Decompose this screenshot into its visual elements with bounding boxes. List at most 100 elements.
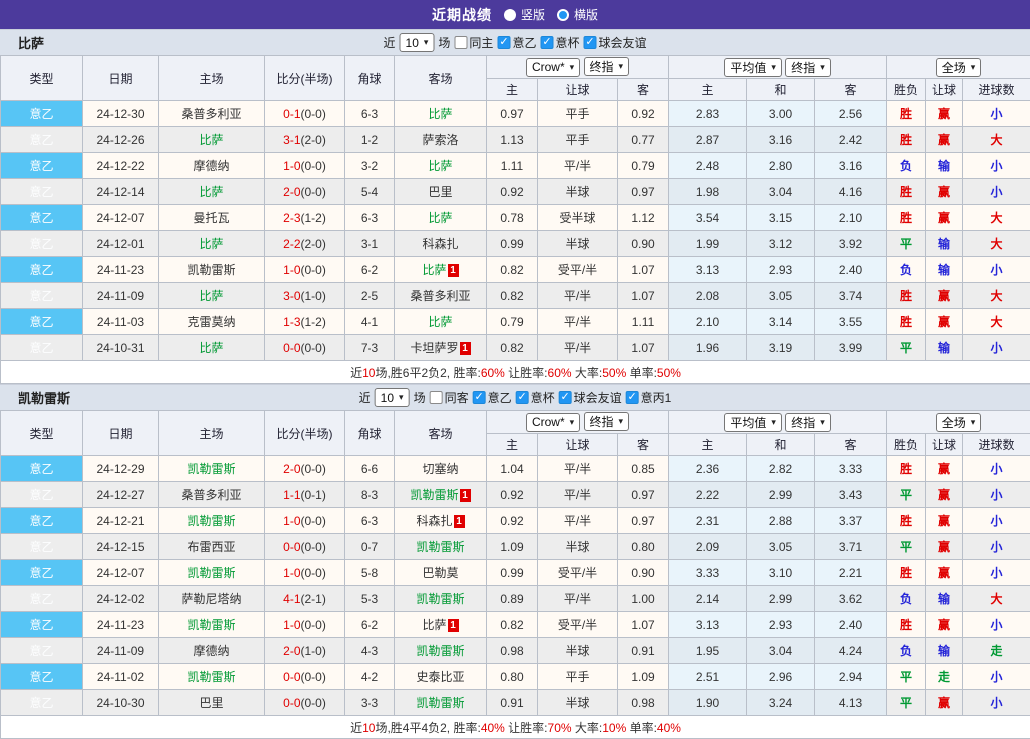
filter-checkbox[interactable]: ✓意丙1: [626, 389, 672, 406]
goals-result-cell: 小: [963, 664, 1030, 690]
crow-odds-cell: 0.99: [487, 231, 538, 257]
filter-checkbox[interactable]: 同主: [454, 34, 493, 51]
away-team-cell: 萨索洛: [395, 127, 487, 153]
summary-segment: 大率:: [572, 721, 603, 735]
layout-option-vertical[interactable]: 竖版: [504, 6, 545, 23]
crow-odds-cell: 0.92: [487, 482, 538, 508]
results-table: 类型日期主场比分(半场)角球客场Crow*▾ 终指▾平均值▾ 终指▾全场▾主让球…: [0, 410, 1030, 739]
average-odds-cell: 3.24: [747, 690, 815, 716]
checkbox-icon[interactable]: [454, 36, 467, 49]
bookmaker-select[interactable]: Crow*▾: [526, 58, 580, 77]
league-cell: 意乙: [1, 690, 83, 716]
match-count-select[interactable]: 10▾: [375, 388, 410, 407]
average-odds-cell: 2.31: [669, 508, 747, 534]
result-cell: 负: [887, 586, 926, 612]
handicap-result-cell: 赢: [926, 309, 963, 335]
filter-checkbox[interactable]: ✓意乙: [473, 389, 512, 406]
checkbox-icon[interactable]: ✓: [497, 36, 510, 49]
away-team-cell: 巴勒莫: [395, 560, 487, 586]
score-cell: 1-0(0-0): [265, 153, 345, 179]
topbar: 近期战绩 竖版 横版: [0, 0, 1030, 29]
away-team-cell: 卡坦萨罗1: [395, 335, 487, 361]
home-team-cell: 凯勒雷斯: [159, 664, 265, 690]
match-row: 意乙24-11-02凯勒雷斯0-0(0-0)4-2史泰比亚0.80平手1.092…: [1, 664, 1030, 690]
layout-option-horizontal[interactable]: 横版: [557, 6, 598, 23]
goals-result-cell: 大: [963, 231, 1030, 257]
page-title: 近期战绩: [432, 5, 492, 25]
filter-checkbox[interactable]: ✓意杯: [540, 34, 579, 51]
corner-cell: 7-3: [345, 335, 395, 361]
average-odds-cell: 2.10: [815, 205, 887, 231]
match-row: 意乙24-11-23凯勒雷斯1-0(0-0)6-2比萨10.82受平/半1.07…: [1, 257, 1030, 283]
sub-column-header: 让球: [538, 79, 618, 101]
avg-final-odds-select[interactable]: 终指▾: [785, 413, 831, 432]
match-count-select[interactable]: 10▾: [400, 33, 435, 52]
fullmatch-select[interactable]: 全场▾: [936, 413, 982, 432]
red-card-badge: 1: [460, 489, 471, 502]
filter-checkbox[interactable]: 同客: [430, 389, 469, 406]
summary-segment: 60%: [481, 366, 505, 380]
match-row: 意乙24-12-27桑普多利亚1-1(0-1)8-3凯勒雷斯10.92平/半0.…: [1, 482, 1030, 508]
date-cell: 24-12-27: [83, 482, 159, 508]
fullmatch-select[interactable]: 全场▾: [936, 58, 982, 77]
result-cell: 负: [887, 153, 926, 179]
checkbox-icon[interactable]: ✓: [516, 391, 529, 404]
checkbox-icon[interactable]: [430, 391, 443, 404]
crow-odds-cell: 0.99: [487, 560, 538, 586]
checkbox-icon[interactable]: ✓: [473, 391, 486, 404]
filter-checkbox[interactable]: ✓意杯: [516, 389, 555, 406]
team-name: 比萨: [199, 237, 223, 251]
final-odds-select[interactable]: 终指▾: [584, 57, 630, 76]
filter-checkbox[interactable]: ✓球会友谊: [559, 389, 622, 406]
radio-selected-icon[interactable]: [504, 9, 516, 21]
team-section: 比萨近10▾场同主✓意乙✓意杯✓球会友谊类型日期主场比分(半场)角球客场Crow…: [0, 29, 1030, 384]
date-cell: 24-12-02: [83, 586, 159, 612]
date-cell: 24-10-31: [83, 335, 159, 361]
checkbox-label: 同主: [469, 34, 493, 51]
match-row: 意乙24-12-14比萨2-0(0-0)5-4巴里0.92半球0.971.983…: [1, 179, 1030, 205]
radio-unselected-icon[interactable]: [557, 9, 569, 21]
away-team-cell: 凯勒雷斯: [395, 534, 487, 560]
filter-checkbox[interactable]: ✓球会友谊: [583, 34, 646, 51]
league-cell: 意乙: [1, 153, 83, 179]
checkbox-label: 意丙1: [641, 389, 672, 406]
summary-segment: 大率:: [572, 366, 603, 380]
crow-odds-cell: 平/半: [538, 335, 618, 361]
average-select[interactable]: 平均值▾: [724, 413, 782, 432]
select-value: 终指: [791, 414, 815, 431]
goals-result-cell: 小: [963, 690, 1030, 716]
average-odds-cell: 3.74: [815, 283, 887, 309]
checkbox-icon[interactable]: ✓: [626, 391, 639, 404]
crow-odds-cell: 0.82: [487, 257, 538, 283]
home-team-cell: 曼托瓦: [159, 205, 265, 231]
select-value: 10: [381, 391, 394, 405]
corner-cell: 4-3: [345, 638, 395, 664]
team-name: 比萨: [428, 211, 452, 225]
match-row: 意乙24-12-07凯勒雷斯1-0(0-0)5-8巴勒莫0.99受平/半0.90…: [1, 560, 1030, 586]
crow-odds-cell: 0.97: [487, 101, 538, 127]
checkbox-icon[interactable]: ✓: [540, 36, 553, 49]
score-cell: 0-0(0-0): [265, 534, 345, 560]
checkbox-label: 意乙: [488, 389, 512, 406]
checkbox-label: 球会友谊: [574, 389, 622, 406]
average-odds-cell: 3.33: [815, 456, 887, 482]
sub-column-header: 客: [618, 434, 669, 456]
checkbox-icon[interactable]: ✓: [583, 36, 596, 49]
average-odds-cell: 3.05: [747, 283, 815, 309]
chevron-down-icon: ▾: [619, 416, 624, 427]
checkbox-icon[interactable]: ✓: [559, 391, 572, 404]
team-name: 比萨: [422, 618, 446, 632]
crow-odds-cell: 半球: [538, 638, 618, 664]
average-odds-cell: 2.10: [669, 309, 747, 335]
summary-segment: 近: [350, 366, 362, 380]
filter-checkbox[interactable]: ✓意乙: [497, 34, 536, 51]
crow-odds-cell: 1.07: [618, 612, 669, 638]
avg-final-odds-select[interactable]: 终指▾: [785, 58, 831, 77]
average-odds-cell: 3.10: [747, 560, 815, 586]
final-odds-select[interactable]: 终指▾: [584, 412, 630, 431]
sub-column-header: 和: [747, 79, 815, 101]
crow-odds-cell: 半球: [538, 179, 618, 205]
average-select[interactable]: 平均值▾: [724, 58, 782, 77]
average-odds-cell: 2.42: [815, 127, 887, 153]
bookmaker-select[interactable]: Crow*▾: [526, 413, 580, 432]
